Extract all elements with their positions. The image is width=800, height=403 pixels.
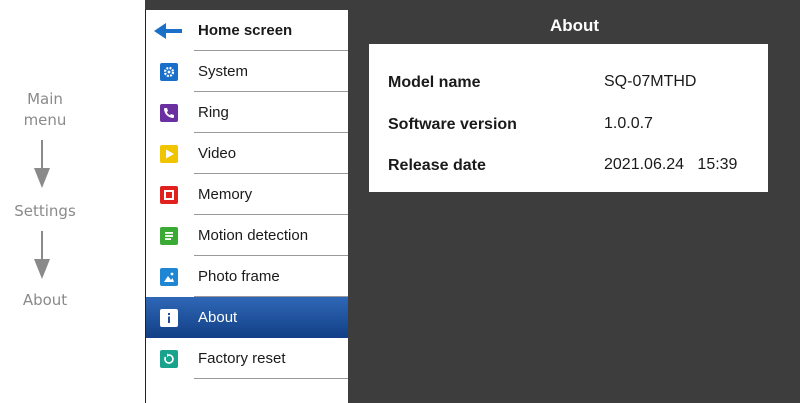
photo-icon xyxy=(160,267,178,286)
info-row-software-version: Software version 1.0.0.7 xyxy=(369,112,768,142)
memory-icon xyxy=(160,185,178,204)
info-key: Software version xyxy=(388,116,517,133)
menu-item-motion-detection[interactable]: Motion detection xyxy=(146,215,348,256)
down-arrow-icon xyxy=(34,231,50,279)
menu-item-system[interactable]: System xyxy=(146,51,348,92)
guide-step-about: About xyxy=(22,291,68,309)
info-icon xyxy=(160,308,178,327)
menu-item-label: Video xyxy=(198,145,237,162)
gear-icon xyxy=(160,62,178,81)
down-arrow-icon xyxy=(34,140,50,188)
play-icon xyxy=(160,144,178,163)
menu-item-label: System xyxy=(198,63,249,80)
menu-item-label: Photo frame xyxy=(198,268,280,285)
menu-item-label: Ring xyxy=(198,104,229,121)
info-row-model-name: Model name SQ-07MTHD xyxy=(369,70,768,100)
device-screen: Home screen System Ring Video Memory Mot… xyxy=(145,0,800,403)
about-panel: About Model name SQ-07MTHD Software vers… xyxy=(349,10,800,403)
home-screen-label: Home screen xyxy=(198,22,293,39)
menu-item-about[interactable]: About xyxy=(146,297,348,338)
page-title: About xyxy=(549,16,600,35)
guide-step-main-menu: Main menu xyxy=(0,89,90,131)
guide-step-main-menu-line2: menu xyxy=(23,111,67,129)
phone-icon xyxy=(160,103,178,122)
menu-item-label: Factory reset xyxy=(198,350,286,367)
menu-item-label: Motion detection xyxy=(198,227,309,244)
menu-item-factory-reset[interactable]: Factory reset xyxy=(146,338,348,379)
back-arrow-icon xyxy=(154,22,182,39)
menu-item-label: Memory xyxy=(198,186,253,203)
menu-item-memory[interactable]: Memory xyxy=(146,174,348,215)
divider xyxy=(194,378,348,379)
info-value: SQ-07MTHD xyxy=(604,73,697,90)
info-value: 2021.06.24 15:39 xyxy=(604,156,738,173)
guide-step-settings: Settings xyxy=(14,202,76,220)
settings-menu: Home screen System Ring Video Memory Mot… xyxy=(145,10,348,403)
reset-icon xyxy=(160,349,178,368)
menu-item-photo-frame[interactable]: Photo frame xyxy=(146,256,348,297)
menu-item-label: About xyxy=(198,309,238,326)
info-row-release-date: Release date 2021.06.24 15:39 xyxy=(369,153,768,183)
info-value: 1.0.0.7 xyxy=(604,115,653,132)
guide-step-main-menu-line1: Main xyxy=(27,90,63,108)
home-screen-button[interactable]: Home screen xyxy=(146,10,348,51)
menu-item-ring[interactable]: Ring xyxy=(146,92,348,133)
info-key: Release date xyxy=(388,157,486,174)
menu-item-video[interactable]: Video xyxy=(146,133,348,174)
info-key: Model name xyxy=(388,74,481,91)
motion-icon xyxy=(160,226,178,245)
navigation-guide: Main menu Settings About xyxy=(0,0,145,403)
about-info-card: Model name SQ-07MTHD Software version 1.… xyxy=(369,44,768,192)
